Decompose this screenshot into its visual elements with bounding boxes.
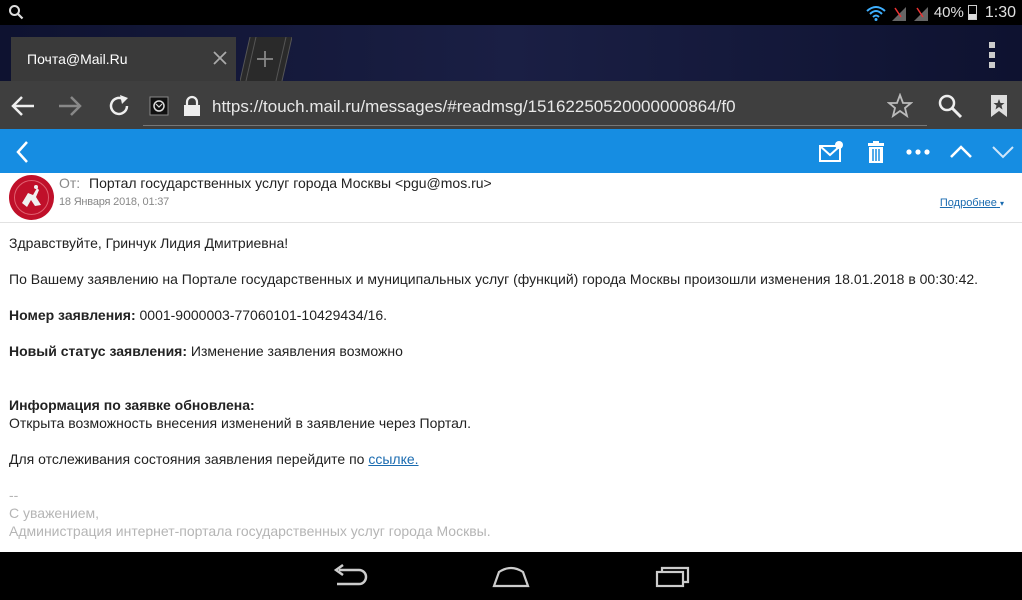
moscow-emblem-icon (9, 175, 54, 220)
overflow-menu-icon[interactable] (988, 42, 996, 68)
search-icon[interactable] (937, 93, 963, 119)
site-info-icon[interactable] (149, 96, 169, 116)
address-bar: https://touch.mail.ru/messages/#readmsg/… (0, 81, 1022, 129)
wifi-icon (866, 5, 886, 21)
previous-message-icon[interactable] (948, 139, 974, 165)
battery-icon (967, 5, 977, 20)
status-bar: 40% 1:30 (0, 0, 1022, 25)
signature-dash: -- (9, 487, 19, 503)
forward-arrow-icon[interactable] (57, 93, 83, 119)
browser-tab[interactable]: Почта@Mail.Ru (11, 37, 236, 81)
tracking-text: Для отслеживания состояния заявления пер… (9, 451, 365, 467)
signal-icon (891, 6, 906, 21)
signal-icon-2 (913, 6, 928, 21)
signature-regards: С уважением, (9, 505, 100, 521)
new-tab-icon[interactable] (240, 37, 292, 81)
clock: 1:30 (984, 3, 1016, 21)
next-message-icon[interactable] (990, 139, 1016, 165)
bookmarks-icon[interactable] (986, 93, 1012, 119)
greeting: Здравствуйте, Гринчук Лидия Дмитриевна! (9, 235, 289, 251)
info-heading: Информация по заявке обновлена: (9, 397, 255, 413)
home-icon[interactable] (491, 562, 531, 590)
intro-paragraph: По Вашему заявлению на Портале государст… (9, 271, 979, 287)
tab-title: Почта@Mail.Ru (27, 51, 128, 67)
tracking-link[interactable]: ссылке. (368, 451, 418, 467)
message-date: 18 Января 2018, 01:37 (59, 196, 170, 208)
sender-name[interactable]: Портал государственных услуг города Моск… (89, 175, 492, 191)
signature-org: Администрация интернет-портала государст… (9, 523, 491, 539)
reload-icon[interactable] (106, 93, 132, 119)
close-icon[interactable] (211, 49, 229, 67)
url-field[interactable]: https://touch.mail.ru/messages/#readmsg/… (143, 87, 927, 126)
sender-avatar (9, 175, 54, 220)
back-arrow-icon[interactable] (10, 93, 36, 119)
search-icon[interactable] (8, 4, 24, 20)
chevron-down-icon: ▾ (999, 199, 1004, 208)
number-value: 0001-9000003-77060101-10429434/16. (139, 307, 388, 323)
details-link[interactable]: Подробнее ▾ (940, 197, 1004, 209)
tracking-line: Для отслеживания состояния заявления пер… (9, 451, 419, 467)
header-divider (0, 222, 1022, 223)
tab-strip: Почта@Mail.Ru (0, 25, 1022, 81)
details-label: Подробнее (939, 197, 997, 209)
bookmark-star-icon[interactable] (887, 93, 913, 119)
lock-icon (184, 95, 200, 116)
status-label: Новый статус заявления: (9, 343, 188, 359)
back-chevron-icon[interactable] (10, 139, 36, 165)
system-nav-bar (0, 552, 1022, 600)
trash-icon[interactable] (863, 139, 889, 165)
application-number: Номер заявления: 0001-9000003-77060101-1… (9, 307, 387, 323)
from-label: От: (59, 175, 81, 191)
back-icon[interactable] (329, 562, 369, 590)
recent-apps-icon[interactable] (654, 562, 694, 590)
info-text: Открыта возможность внесения изменений в… (9, 415, 471, 431)
url-text: https://touch.mail.ru/messages/#readmsg/… (212, 97, 736, 116)
status-value: Изменение заявления возможно (190, 343, 403, 359)
battery-percent: 40% (933, 4, 964, 21)
status-indicators: 40% 1:30 (866, 0, 1016, 25)
number-label: Номер заявления: (9, 307, 136, 323)
mark-unread-icon[interactable] (818, 139, 844, 165)
mail-toolbar (0, 129, 1022, 173)
more-options-icon[interactable] (905, 139, 931, 165)
application-status: Новый статус заявления: Изменение заявле… (9, 343, 403, 359)
